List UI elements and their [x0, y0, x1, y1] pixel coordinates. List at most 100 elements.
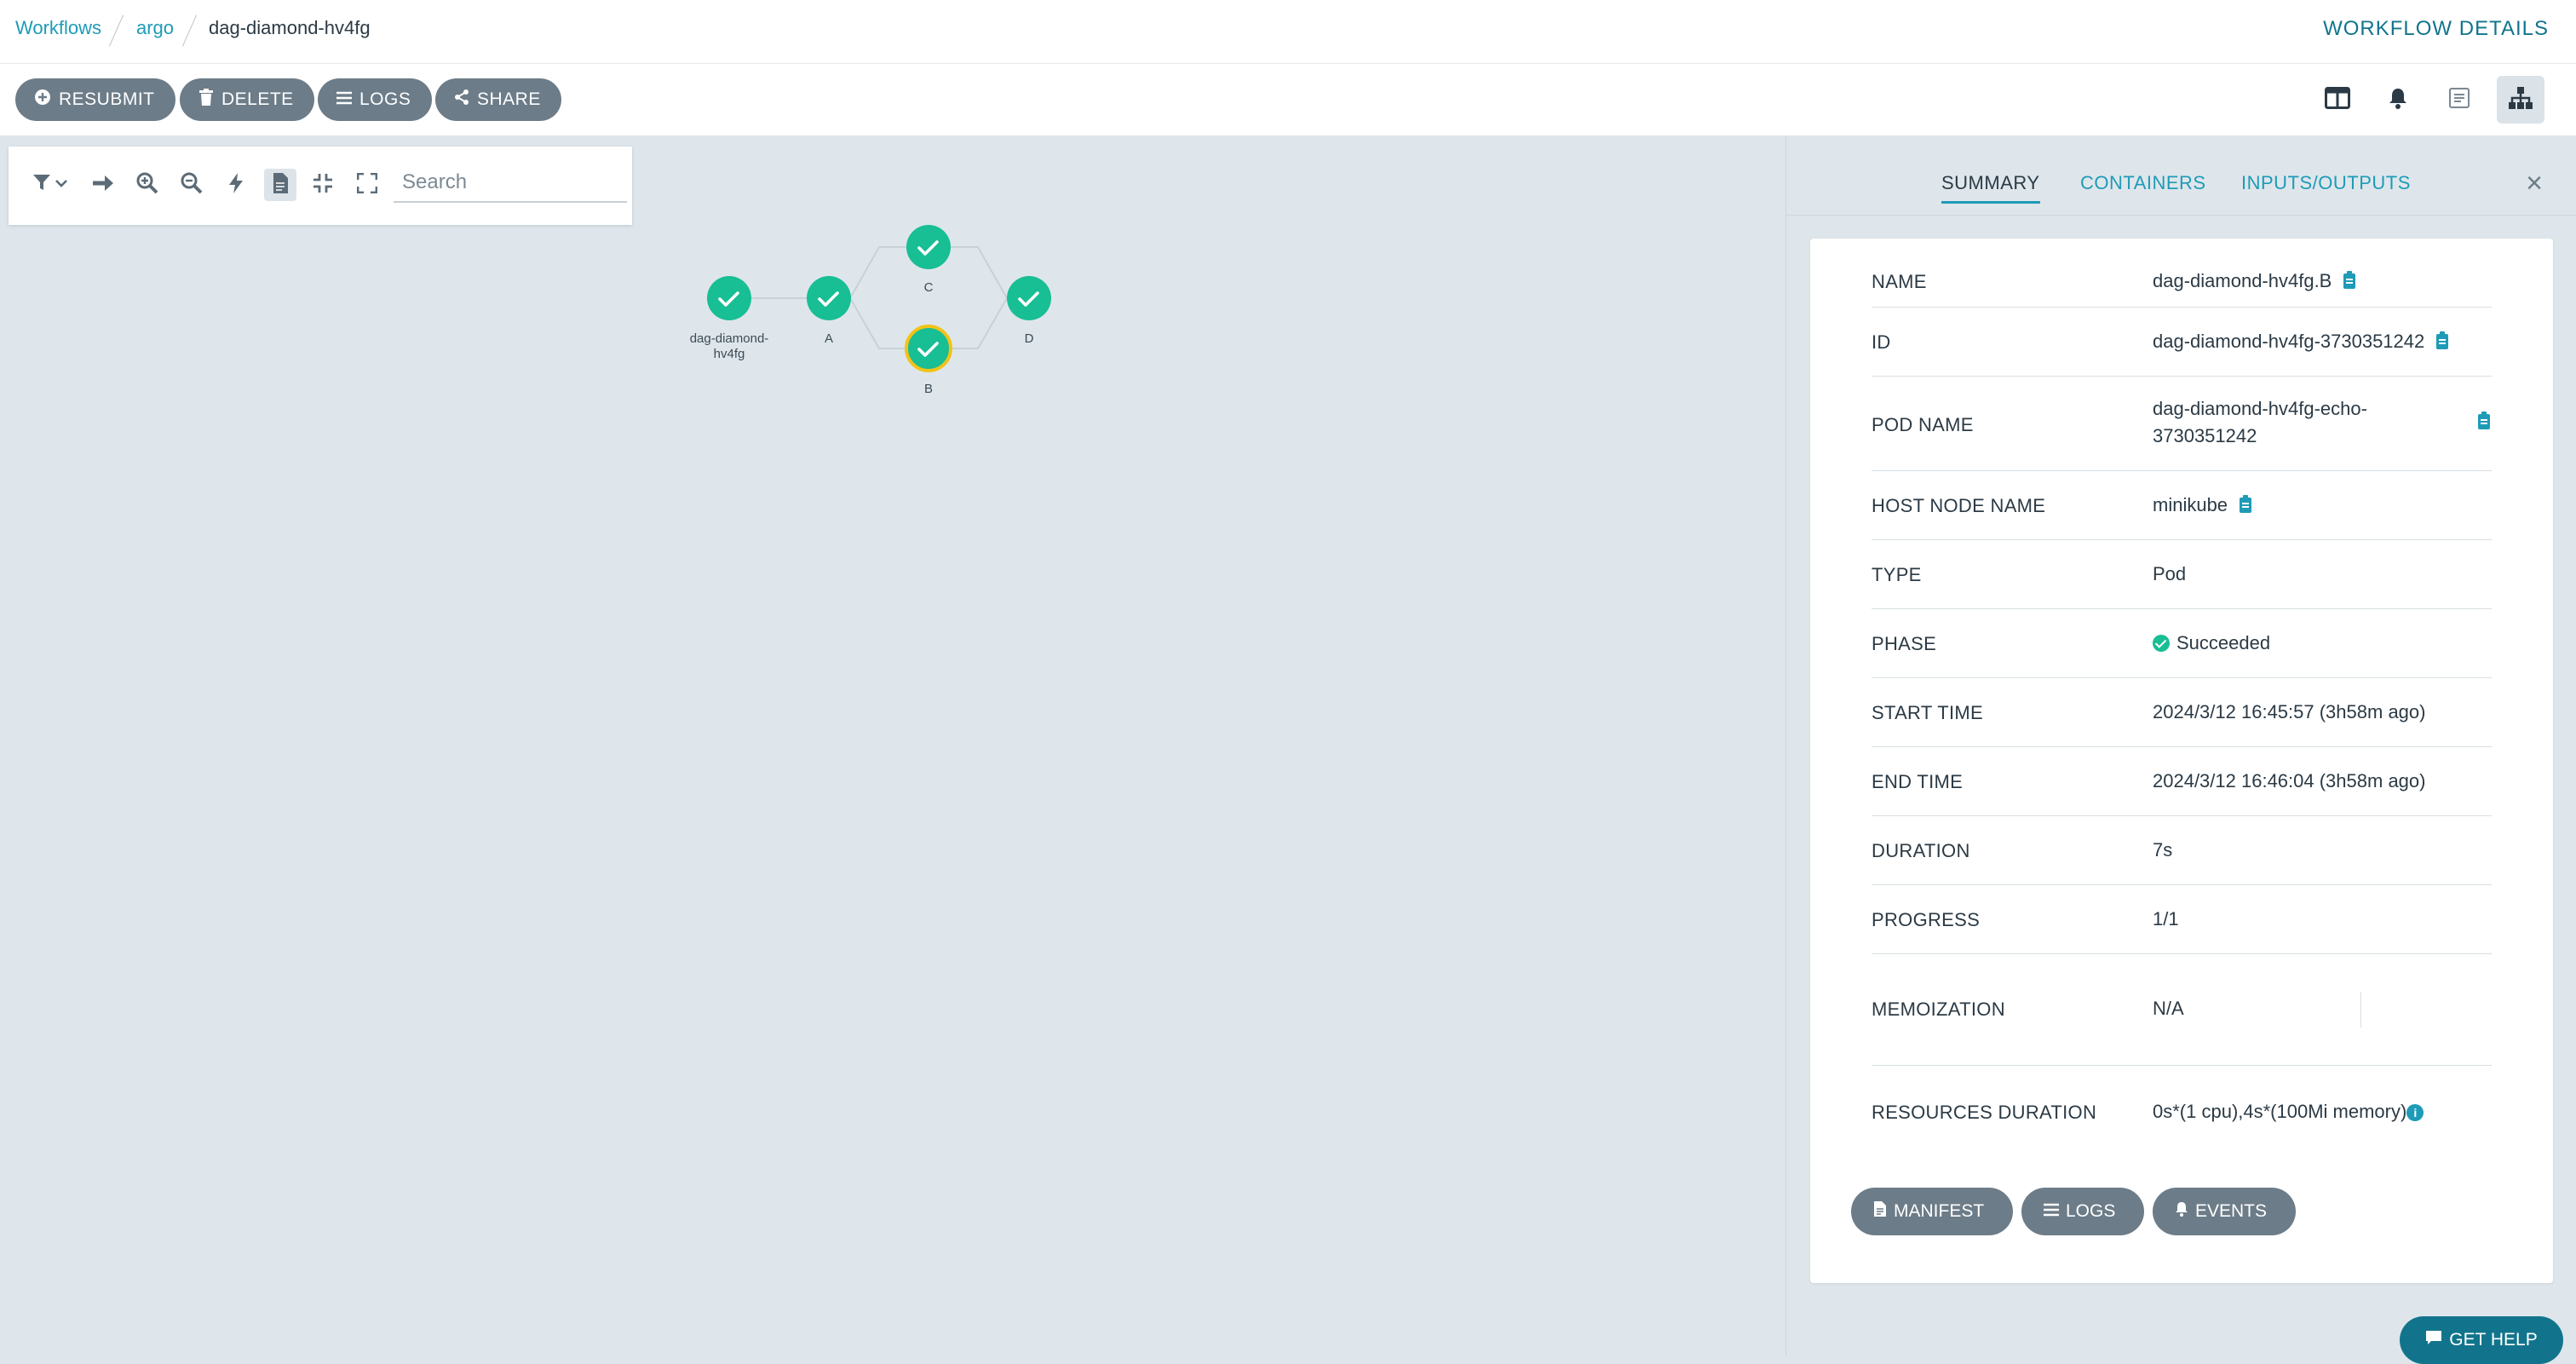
row-value-text: 3730351242 [2153, 425, 2257, 446]
top-bar: Workflows argo dag-diamond-hv4fg WORKFLO… [0, 0, 2576, 64]
details-tabs: SUMMARY CONTAINERS INPUTS/OUTPUTS × [1786, 136, 2576, 216]
row-key: HOST NODE NAME [1872, 495, 2046, 516]
graph-node-selected[interactable]: B [905, 325, 952, 396]
manifest-label: MANIFEST [1894, 1201, 1985, 1221]
row-value: 0s*(1 cpu),4s*(100Mi memory) i [2153, 1098, 2424, 1125]
node-label: B [924, 382, 933, 396]
row-value: dag-diamond-hv4fg-echo- 3730351242 [2153, 395, 2367, 450]
graph-node[interactable]: dag-diamond- hv4fg [690, 276, 769, 361]
clipboard-icon[interactable] [2436, 331, 2449, 349]
breadcrumb-workflows[interactable]: Workflows [15, 17, 101, 39]
node-details-panel: SUMMARY CONTAINERS INPUTS/OUTPUTS × NAME… [1785, 136, 2576, 1364]
timeline-view-button[interactable] [2435, 76, 2483, 124]
row-value-text: dag-diamond-hv4fg-3730351242 [2153, 331, 2425, 352]
node-label: C [924, 280, 934, 295]
get-help-label: GET HELP [2449, 1330, 2538, 1350]
summary-row-progress: PROGRESS 1/1 [1872, 885, 2492, 954]
resubmit-button[interactable]: RESUBMIT [15, 78, 175, 121]
share-label: SHARE [477, 89, 541, 109]
node-logs-button[interactable]: LOGS [2021, 1188, 2144, 1235]
summary-row-pod-name: POD NAME dag-diamond-hv4fg-echo- 3730351… [1872, 377, 2492, 471]
summary-row-resources-duration: RESOURCES DURATION 0s*(1 cpu),4s*(100Mi … [1872, 1066, 2492, 1151]
row-value: minikube [2153, 492, 2252, 519]
chat-icon [2425, 1330, 2442, 1350]
share-button[interactable]: SHARE [435, 78, 561, 121]
manifest-button[interactable]: MANIFEST [1851, 1188, 2013, 1235]
node-label: D [1025, 331, 1034, 346]
row-key: PHASE [1872, 633, 1937, 654]
row-value: N/A [2153, 998, 2184, 1019]
row-value: Pod [2153, 563, 2187, 584]
workflow-graph: dag-diamond- hv4fg A C B D [690, 225, 1051, 396]
row-key: TYPE [1872, 564, 1922, 585]
events-view-button[interactable] [2374, 76, 2422, 124]
row-value: 7s [2153, 839, 2173, 860]
row-key: ID [1872, 331, 1891, 353]
file-icon [1873, 1200, 1887, 1223]
bell-icon [2388, 87, 2408, 113]
row-value-text: minikube [2153, 494, 2228, 515]
row-value-text: Succeeded [2176, 632, 2271, 653]
row-value-text: 0s*(1 cpu),4s*(100Mi memory) [2153, 1101, 2407, 1122]
clipboard-icon[interactable] [2343, 271, 2356, 289]
edge-b-d [951, 297, 1008, 349]
node-label: A [825, 331, 833, 346]
breadcrumb-separator [189, 14, 191, 44]
summary-row-start-time: START TIME 2024/3/12 16:45:57 (3h58m ago… [1872, 678, 2492, 747]
row-value: 2024/3/12 16:46:04 (3h58m ago) [2153, 770, 2426, 791]
row-value-text: dag-diamond-hv4fg-echo- [2153, 398, 2367, 419]
trash-icon [198, 89, 214, 111]
node-label: dag-diamond- [690, 331, 769, 346]
row-key: RESOURCES DURATION [1872, 1102, 2097, 1123]
summary-row-name: NAME dag-diamond-hv4fg.B [1872, 254, 2492, 308]
columns-icon [2325, 86, 2350, 113]
info-icon[interactable]: i [2406, 1104, 2424, 1121]
sitemap-icon [2508, 86, 2533, 114]
row-value: dag-diamond-hv4fg.B [2153, 268, 2356, 295]
share-icon [454, 89, 469, 110]
tab-summary[interactable]: SUMMARY [1941, 172, 2040, 204]
summary-row-id: ID dag-diamond-hv4fg-3730351242 [1872, 308, 2492, 377]
row-value: dag-diamond-hv4fg-3730351242 [2153, 328, 2449, 355]
breadcrumb-namespace[interactable]: argo [136, 17, 174, 39]
summary-row-end-time: END TIME 2024/3/12 16:46:04 (3h58m ago) [1872, 747, 2492, 816]
get-help-button[interactable]: GET HELP [2400, 1316, 2563, 1364]
summary-row-memoization: MEMOIZATION N/A [1872, 954, 2492, 1066]
row-value-text: dag-diamond-hv4fg.B [2153, 270, 2332, 291]
split-view-button[interactable] [2314, 76, 2361, 124]
row-value: 1/1 [2153, 908, 2179, 929]
action-toolbar: RESUBMIT DELETE LOGS SHARE [0, 64, 2576, 136]
list-view-icon [2448, 87, 2470, 113]
events-label: EVENTS [2195, 1201, 2268, 1221]
row-key: POD NAME [1872, 414, 1974, 435]
delete-button[interactable]: DELETE [180, 78, 314, 121]
resubmit-label: RESUBMIT [59, 89, 155, 109]
row-key: PROGRESS [1872, 909, 1981, 930]
graph-node[interactable]: D [1007, 276, 1051, 346]
node-label: hv4fg [714, 347, 745, 361]
close-icon[interactable]: × [2526, 169, 2543, 198]
summary-row-type: TYPE Pod [1872, 540, 2492, 609]
delete-label: DELETE [221, 89, 294, 109]
graph-edges [751, 246, 1008, 349]
tab-containers[interactable]: CONTAINERS [2080, 172, 2206, 194]
row-key: MEMOIZATION [1872, 999, 2005, 1020]
logs-button[interactable]: LOGS [318, 78, 432, 121]
edge-c-d [951, 246, 1008, 299]
graph-node[interactable]: C [906, 225, 951, 295]
list-icon [336, 90, 352, 110]
clipboard-icon[interactable] [2478, 412, 2490, 429]
graph-view-button[interactable] [2497, 76, 2544, 124]
events-button[interactable]: EVENTS [2153, 1188, 2296, 1235]
plus-circle-icon [34, 89, 51, 111]
edge-a-c [849, 246, 906, 299]
row-key: END TIME [1872, 771, 1964, 792]
logs-label: LOGS [359, 89, 411, 109]
edge-a-b [849, 297, 906, 349]
row-value: Succeeded [2153, 630, 2270, 657]
graph-node[interactable]: A [807, 276, 851, 346]
tab-inputs-outputs[interactable]: INPUTS/OUTPUTS [2241, 172, 2411, 194]
summary-row-host-node-name: HOST NODE NAME minikube [1872, 471, 2492, 540]
clipboard-icon[interactable] [2240, 495, 2252, 513]
summary-row-duration: DURATION 7s [1872, 816, 2492, 885]
